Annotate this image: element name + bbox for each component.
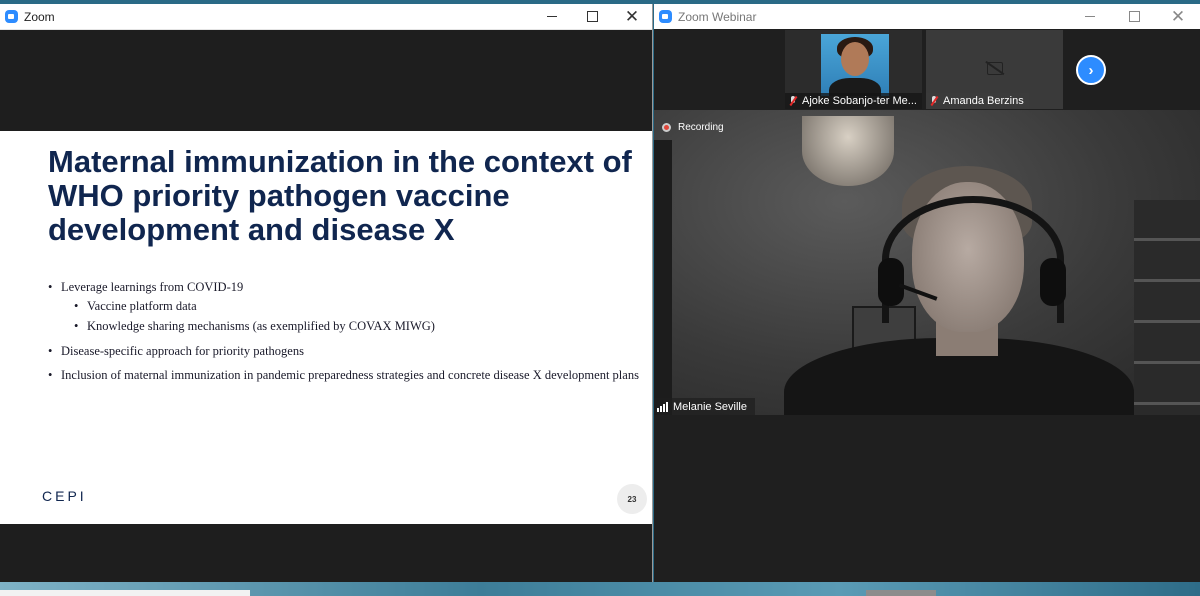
speaker-name: Melanie Seville [673,400,747,413]
taskbar-item[interactable] [866,590,936,596]
bullet-item: Leverage learnings from COVID-19 [48,279,648,296]
signal-strength-icon [657,401,668,412]
headset-band [882,196,1064,323]
maximize-button[interactable] [572,4,612,29]
sub-bullet-item: Knowledge sharing mechanisms (as exempli… [74,318,648,335]
slide-page-number: 23 [617,484,647,514]
recording-label: Recording [678,122,724,133]
participant-name: Ajoke Sobanjo-ter Me... [802,95,917,107]
headset-earcup [878,258,904,306]
minimize-button[interactable] [1068,4,1112,29]
window-controls: ✕ [1068,4,1200,29]
participant-name: Amanda Berzins [943,95,1024,107]
participant-name-tag: Amanda Berzins [926,93,1029,109]
door-frame [654,140,672,415]
minimize-icon [1085,16,1095,17]
maximize-icon [586,11,598,22]
zoom-app-icon [659,10,672,23]
title-bar[interactable]: Zoom ✕ [0,4,652,30]
participant-thumbnail[interactable]: Ajoke Sobanjo-ter Me... [785,30,922,109]
participant-name-tag: Ajoke Sobanjo-ter Me... [785,93,922,109]
slide-title: Maternal immunization in the context of … [48,144,632,247]
title-bar[interactable]: Zoom Webinar ✕ [654,4,1200,29]
recording-dot-icon [662,123,671,132]
speaker-name-tag: Melanie Seville [654,398,755,415]
taskbar-strip [0,590,250,596]
zoom-webinar-window: Zoom Webinar ✕ Ajoke Sobanjo-ter Me... A… [654,4,1200,582]
close-icon: ✕ [1170,6,1186,26]
next-participants-button[interactable]: › [1076,55,1106,85]
minimize-button[interactable] [532,4,572,29]
headset-earcup [1040,258,1066,306]
close-button[interactable]: ✕ [612,4,652,29]
participant-thumbnail[interactable]: Amanda Berzins [926,30,1063,109]
shared-slide: Maternal immunization in the context of … [0,131,652,524]
window-controls: ✕ [532,4,652,29]
zoom-share-window: Zoom ✕ Maternal immunization in the cont… [0,4,653,582]
maximize-icon [1128,11,1140,22]
cepi-logo: CEPI [42,488,87,504]
mic-muted-icon [930,96,938,106]
window-title: Zoom [24,9,55,24]
close-button[interactable]: ✕ [1156,4,1200,29]
zoom-app-icon [5,10,18,23]
window-title: Zoom Webinar [678,9,757,24]
bullet-item: Inclusion of maternal immunization in pa… [48,367,648,384]
recording-indicator[interactable]: Recording [662,122,724,133]
active-speaker-video[interactable]: Recording Melanie Seville [654,110,1200,415]
participant-video [821,34,889,96]
maximize-button[interactable] [1112,4,1156,29]
ceiling-lamp [802,116,894,186]
avatar-face [841,42,869,76]
camera-off-icon [987,62,1003,75]
bookshelf [1134,200,1200,415]
sub-bullet-item: Vaccine platform data [74,298,648,315]
close-icon: ✕ [624,6,640,26]
minimize-icon [547,16,557,17]
slide-bullet-list: Leverage learnings from COVID-19 Vaccine… [48,279,648,391]
bullet-item: Disease-specific approach for priority p… [48,343,648,360]
chevron-right-icon: › [1088,61,1094,79]
mic-muted-icon [789,96,797,106]
